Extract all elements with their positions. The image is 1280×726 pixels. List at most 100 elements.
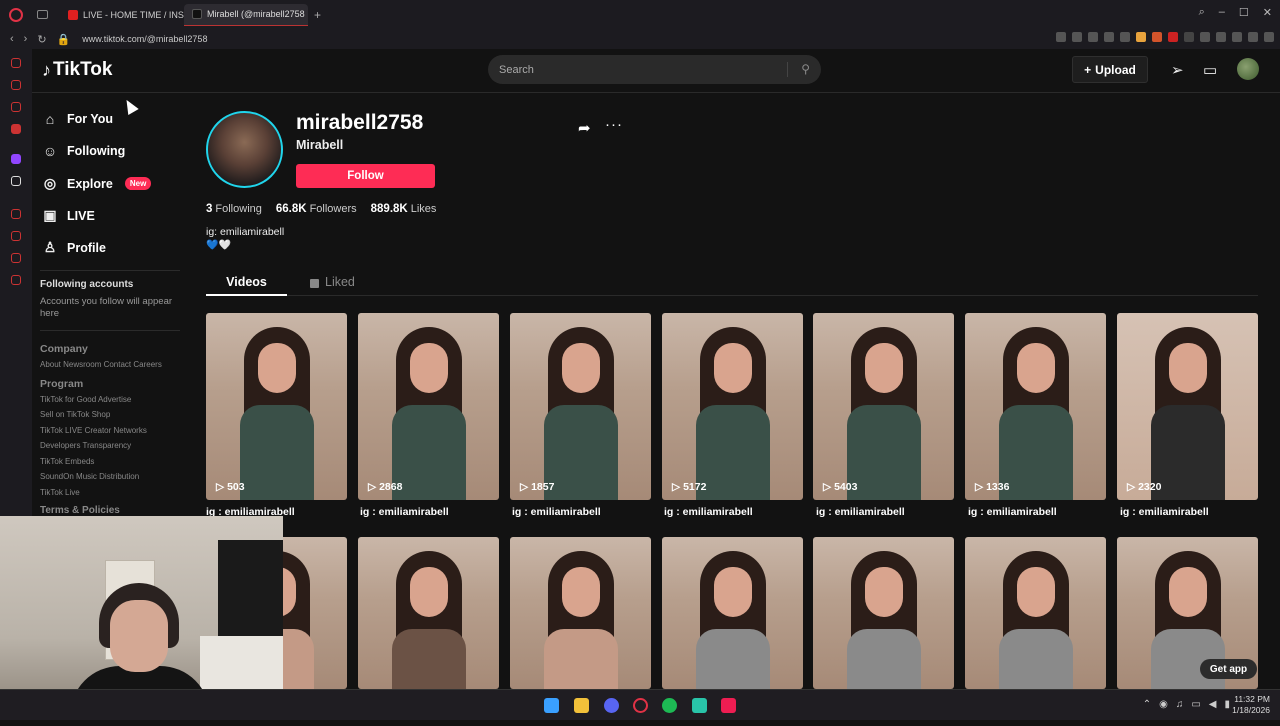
footer-terms[interactable]: Terms & Policies [40, 505, 120, 516]
video-caption[interactable]: ig : emiliamirabell [968, 506, 1057, 518]
video-card[interactable]: ▷ 5403 [813, 313, 954, 500]
windows-start-icon[interactable] [544, 698, 559, 713]
discord-icon[interactable] [604, 698, 619, 713]
video-card[interactable] [358, 537, 499, 689]
footer-link[interactable]: SoundOn Music Distribution [40, 472, 139, 481]
spotify-icon[interactable] [662, 698, 677, 713]
extension-icon[interactable] [1088, 32, 1098, 42]
close-icon[interactable]: ✕ [1263, 6, 1272, 19]
video-card[interactable] [965, 537, 1106, 689]
extension-icon[interactable] [1072, 32, 1082, 42]
send-icon[interactable]: ➢ [1171, 61, 1184, 79]
video-card[interactable]: ▷ 1857 [510, 313, 651, 500]
tiktok-logo[interactable]: ♪ TikTok [42, 59, 112, 81]
footer-link[interactable]: TikTok Embeds [40, 457, 94, 466]
profile-avatar[interactable] [206, 111, 283, 188]
footer-link[interactable]: TikTok for Good Advertise [40, 395, 131, 404]
file-explorer-icon[interactable] [574, 698, 589, 713]
extension-icon[interactable] [1056, 32, 1066, 42]
footer-company-links[interactable]: About Newsroom Contact Careers [40, 360, 162, 369]
url-field[interactable]: www.tiktok.com/@mirabell2758 [82, 34, 207, 44]
nav-item-live[interactable]: ▣ LIVE [42, 207, 94, 224]
video-card[interactable] [662, 537, 803, 689]
nav-item-explore[interactable]: ◎ Explore New [42, 175, 152, 192]
search-icon[interactable]: ⚲ [801, 62, 810, 76]
clock[interactable]: 11:32 PM 1/18/2026 [1232, 694, 1270, 716]
reload-icon[interactable]: ↻ [37, 33, 46, 46]
nav-item-for-you[interactable]: ⌂ For You [42, 111, 113, 127]
video-caption[interactable]: ig : emiliamirabell [664, 506, 753, 518]
forward-icon[interactable]: › [24, 33, 28, 45]
tab-liked[interactable]: Liked [310, 275, 355, 289]
new-tab-button[interactable]: + [314, 8, 321, 22]
more-icon[interactable]: ··· [605, 116, 623, 133]
search-input[interactable]: Search ⚲ [488, 55, 821, 84]
back-icon[interactable]: ‹ [10, 33, 14, 45]
tab-overview-icon[interactable] [37, 10, 48, 19]
nav-item-profile[interactable]: ♙ Profile [42, 239, 106, 256]
twitch-icon[interactable] [11, 154, 21, 164]
video-card[interactable]: ▷ 503 [206, 313, 347, 500]
chevron-up-icon[interactable]: ⌃ [1143, 699, 1151, 710]
tiktok-app-icon[interactable] [721, 698, 736, 713]
sidebar-icon[interactable] [11, 102, 21, 112]
opera-icon[interactable] [633, 698, 648, 713]
stat-following[interactable]: 3 Following [206, 203, 262, 215]
stat-followers[interactable]: 66.8K Followers [276, 203, 357, 215]
discord-tray-icon[interactable]: ◉ [1159, 699, 1168, 710]
extension-icon[interactable] [1120, 32, 1130, 42]
browser-tab-youtube[interactable]: LIVE - HOME TIME / INSTA [60, 4, 184, 26]
app-icon[interactable] [692, 698, 707, 713]
extension-icon[interactable] [1152, 32, 1162, 42]
footer-link[interactable]: TikTok Live [40, 488, 80, 497]
extension-icon[interactable] [1216, 32, 1226, 42]
search-tabs-icon[interactable]: ⌕ [1199, 6, 1205, 19]
extension-icon[interactable] [1200, 32, 1210, 42]
video-caption[interactable]: ig : emiliamirabell [360, 506, 449, 518]
extension-icon[interactable] [1104, 32, 1114, 42]
browser-tab-tiktok[interactable]: Mirabell (@mirabell2758 [184, 3, 308, 26]
video-caption[interactable]: ig : emiliamirabell [512, 506, 601, 518]
extension-icon[interactable] [1168, 32, 1178, 42]
nav-item-following[interactable]: ☺ Following [42, 143, 125, 159]
get-app-button[interactable]: Get app [1200, 659, 1257, 679]
upload-button[interactable]: + Upload [1072, 56, 1148, 83]
sidebar-icon[interactable] [11, 209, 21, 219]
video-card[interactable]: ▷ 1336 [965, 313, 1106, 500]
user-avatar[interactable] [1237, 58, 1259, 80]
inbox-icon[interactable]: ▭ [1203, 61, 1217, 79]
tab-videos[interactable]: Videos [206, 268, 287, 296]
video-card[interactable]: ▷ 2320 [1117, 313, 1258, 500]
footer-link[interactable]: Sell on TikTok Shop [40, 410, 110, 419]
video-caption[interactable]: ig : emiliamirabell [1120, 506, 1209, 518]
extension-icon[interactable] [1232, 32, 1242, 42]
follow-button[interactable]: Follow [296, 164, 435, 188]
opera-logo-icon[interactable] [9, 7, 23, 22]
battery-icon[interactable]: ▮ [1224, 699, 1230, 710]
video-card[interactable] [510, 537, 651, 689]
volume-icon[interactable]: ◀ [1209, 699, 1217, 710]
video-card[interactable]: ▷ 2868 [358, 313, 499, 500]
settings-icon[interactable] [11, 275, 21, 285]
maximize-icon[interactable]: ☐ [1239, 6, 1249, 19]
network-icon[interactable]: ▭ [1191, 699, 1200, 710]
footer-program[interactable]: Program [40, 378, 83, 390]
sidebar-icon[interactable] [11, 80, 21, 90]
menu-icon[interactable] [1264, 32, 1274, 42]
video-card[interactable]: ▷ 5172 [662, 313, 803, 500]
footer-link[interactable]: TikTok LIVE Creator Networks [40, 426, 147, 435]
extension-icon[interactable] [1136, 32, 1146, 42]
extension-icon[interactable] [1184, 32, 1194, 42]
sidebar-icon[interactable] [11, 124, 21, 134]
video-card[interactable] [813, 537, 954, 689]
extension-icon[interactable] [1248, 32, 1258, 42]
minimize-icon[interactable]: – [1219, 6, 1225, 19]
history-icon[interactable] [11, 231, 21, 241]
extensions-icon[interactable] [11, 253, 21, 263]
footer-company[interactable]: Company [40, 343, 88, 355]
video-caption[interactable]: ig : emiliamirabell [816, 506, 905, 518]
share-icon[interactable]: ➦ [578, 119, 591, 137]
sidebar-icon[interactable] [11, 58, 21, 68]
footer-link[interactable]: Developers Transparency [40, 441, 131, 450]
mic-icon[interactable]: ♫ [1176, 699, 1184, 710]
